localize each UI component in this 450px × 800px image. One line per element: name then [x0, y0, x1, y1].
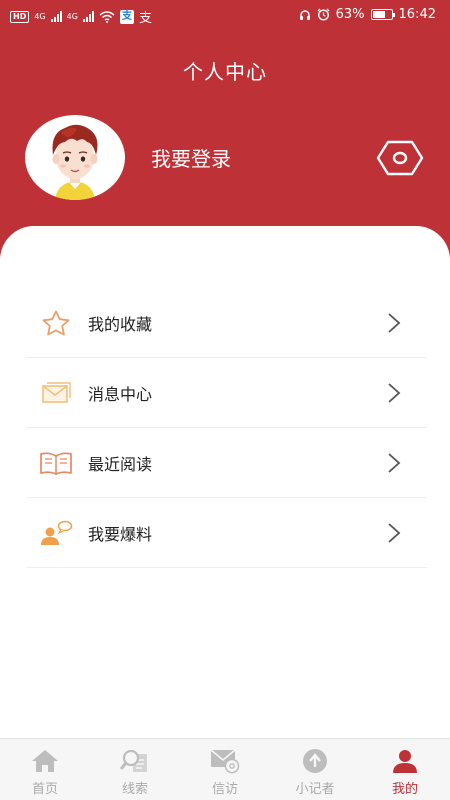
tab-petition[interactable]: 信访 — [180, 739, 270, 800]
network-type-2: 4G — [66, 12, 78, 21]
menu-item-report-tip[interactable]: 我要爆料 — [27, 498, 427, 568]
person-speech-icon — [41, 520, 73, 545]
menu-item-label: 消息中心 — [88, 385, 153, 404]
page-title: 个人中心 — [183, 60, 267, 84]
battery-icon — [370, 9, 395, 20]
tab-mine[interactable]: 我的 — [360, 739, 450, 800]
menu-item-label: 最近阅读 — [88, 455, 153, 474]
menu-item-label: 我的收藏 — [88, 315, 153, 334]
star-icon — [42, 310, 70, 336]
upload-arrow-icon — [303, 749, 327, 773]
envelope-icon — [42, 382, 71, 403]
settings-icon[interactable] — [375, 138, 425, 178]
wifi-icon — [99, 10, 115, 23]
bottom-tab-bar: 首页 线索 信访 小记者 我的 — [0, 738, 450, 800]
chevron-right-icon — [388, 523, 401, 543]
chevron-right-icon — [388, 383, 401, 403]
tab-label: 线索 — [121, 782, 148, 797]
headset-icon — [299, 9, 310, 20]
menu-card: 我的收藏 消息中心 最近阅读 我要爆料 — [0, 226, 450, 738]
alarm-icon — [317, 8, 330, 21]
tab-clues[interactable]: 线索 — [90, 739, 180, 800]
open-book-icon — [40, 452, 72, 475]
network-type-1: 4G — [34, 12, 46, 21]
tab-home[interactable]: 首页 — [0, 739, 90, 800]
battery-percent: 63% — [335, 7, 365, 22]
avatar[interactable] — [25, 115, 125, 200]
chevron-right-icon — [388, 313, 401, 333]
mail-at-icon — [210, 749, 240, 774]
menu-item-messages[interactable]: 消息中心 — [27, 358, 427, 428]
signal-icon — [50, 11, 62, 22]
menu-item-recent-reading[interactable]: 最近阅读 — [27, 428, 427, 498]
hd-indicator: HD — [10, 10, 30, 23]
status-bar: HD 4G 4G 支 支 63% 16:42 — [0, 0, 450, 30]
tab-little-reporter[interactable]: 小记者 — [270, 739, 360, 800]
chevron-right-icon — [388, 453, 401, 473]
signal-icon-2 — [82, 11, 94, 22]
cartoon-avatar-icon — [52, 124, 98, 200]
tab-label: 信访 — [211, 782, 238, 797]
clock: 16:42 — [398, 7, 436, 22]
tab-label: 我的 — [391, 782, 418, 797]
tab-label: 小记者 — [295, 782, 335, 797]
app-badge-icon: 支 — [119, 9, 134, 24]
status-extra: 支 — [138, 11, 152, 26]
login-link[interactable]: 我要登录 — [151, 143, 231, 172]
person-icon — [393, 750, 417, 773]
tab-label: 首页 — [31, 782, 58, 797]
home-icon — [32, 750, 58, 772]
search-clue-icon — [120, 749, 147, 772]
menu-item-label: 我要爆料 — [88, 525, 153, 544]
menu-item-favorites[interactable]: 我的收藏 — [27, 288, 427, 358]
